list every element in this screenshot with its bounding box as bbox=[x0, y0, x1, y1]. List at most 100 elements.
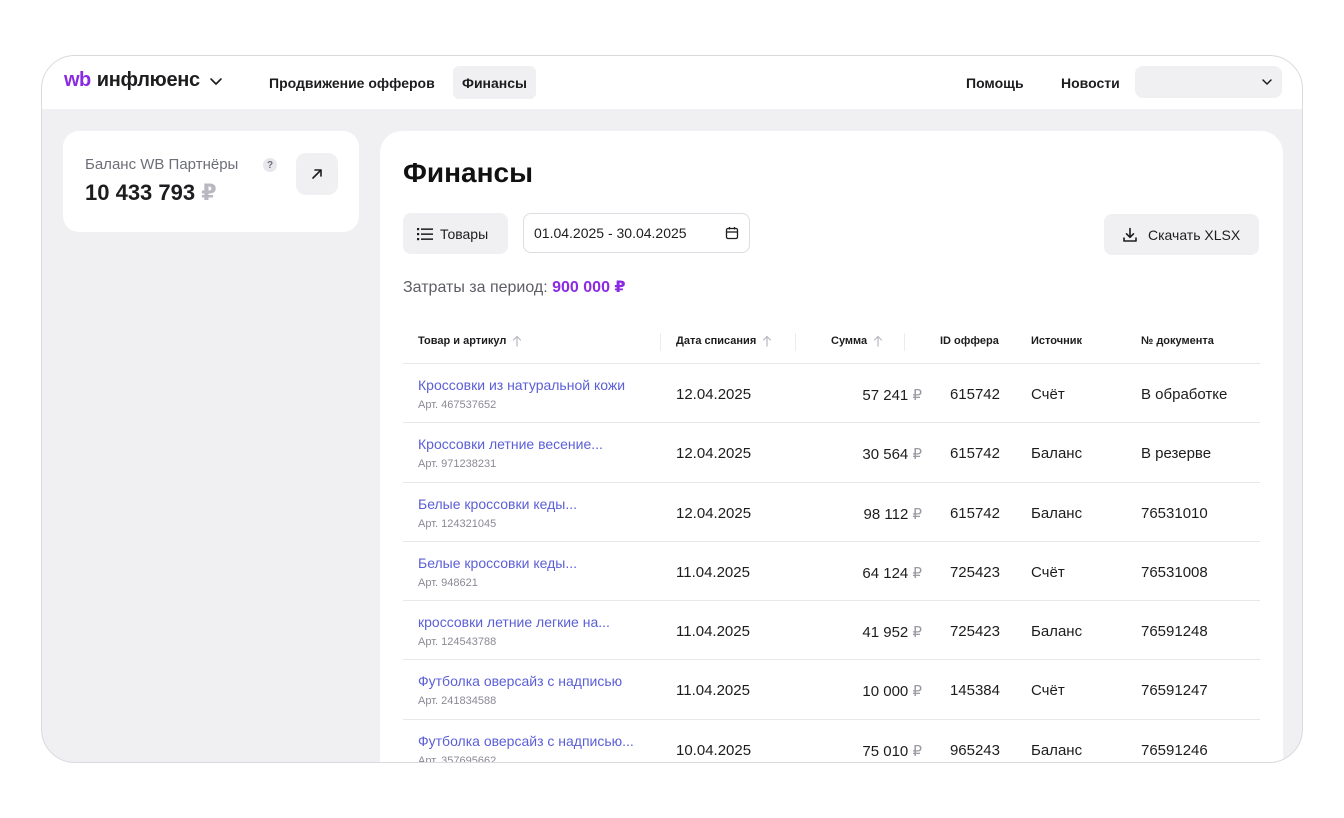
download-icon bbox=[1123, 227, 1137, 242]
currency-ruble: ₽ bbox=[912, 742, 922, 760]
payment-source: Баланс bbox=[1031, 445, 1083, 463]
payment-source: Баланс bbox=[1031, 623, 1083, 641]
product-name-link[interactable]: Белые кроссовки кеды... bbox=[418, 555, 577, 571]
open-balance-button[interactable] bbox=[296, 153, 338, 195]
payment-source: Счёт bbox=[1031, 682, 1065, 700]
document-number: 76531008 bbox=[1141, 563, 1208, 581]
column-divider bbox=[660, 333, 661, 351]
sort-arrow-icon bbox=[763, 335, 772, 347]
column-header-offer-id[interactable]: ID оффера bbox=[940, 335, 999, 347]
currency-ruble: ₽ bbox=[201, 180, 217, 205]
top-navigation-bar: wb инфлюенс Продвижение офферов Финансы … bbox=[42, 56, 1302, 109]
table-row[interactable]: Белые кроссовки кеды... Арт. 948621 11.04.… bbox=[403, 542, 1260, 602]
table-row[interactable]: Кроссовки летние весение... Арт. 97123823… bbox=[403, 423, 1260, 483]
logo-text: инфлюенс bbox=[96, 69, 200, 91]
document-number: В обработке bbox=[1141, 386, 1228, 403]
offer-id: 615742 bbox=[949, 445, 1000, 463]
period-expenses: Затраты за период: 900 000 ₽ bbox=[403, 277, 626, 297]
charge-date: 12.04.2025 bbox=[676, 504, 752, 522]
download-button-label: Скачать XLSX bbox=[1148, 226, 1241, 243]
document-number: В резерве bbox=[1141, 445, 1212, 463]
calendar-icon bbox=[725, 227, 739, 240]
logo-wb: wb bbox=[64, 69, 91, 91]
finance-table: Товар и артикул Дата списания Сумма ID о… bbox=[403, 321, 1260, 763]
amount: 10 000 ₽ bbox=[862, 682, 922, 700]
amount-value: 57 241 bbox=[862, 387, 909, 404]
header-label: Товар и артикул bbox=[418, 335, 507, 347]
offer-id: 145384 bbox=[949, 682, 1000, 700]
date-range-input[interactable]: 01.04.2025 - 30.04.2025 bbox=[523, 213, 750, 253]
table-header: Товар и артикул Дата списания Сумма ID о… bbox=[403, 321, 1260, 364]
amount: 98 112 ₽ bbox=[864, 505, 922, 523]
help-link[interactable]: Помощь bbox=[966, 66, 1024, 99]
product-article: Арт. 124543788 bbox=[418, 636, 497, 649]
offer-id: 725423 bbox=[949, 623, 1000, 641]
column-header-sum[interactable]: Сумма bbox=[831, 335, 883, 347]
chevron-down-icon bbox=[210, 77, 222, 85]
balance-amount: 10 433 793 bbox=[85, 180, 196, 205]
header-label: Дата списания bbox=[676, 335, 757, 347]
logo-menu[interactable]: wb инфлюенс bbox=[64, 69, 223, 92]
period-value: 900 000 ₽ bbox=[552, 279, 626, 296]
document-number: 76591246 bbox=[1141, 741, 1208, 759]
period-label: Затраты за период: bbox=[403, 279, 548, 296]
column-divider bbox=[795, 333, 796, 351]
chevron-down-icon bbox=[1262, 79, 1272, 85]
amount: 75 010 ₽ bbox=[862, 742, 922, 760]
payment-source: Баланс bbox=[1031, 504, 1083, 522]
product-name-link[interactable]: Футболка оверсайз с надписью bbox=[418, 673, 622, 689]
help-icon[interactable]: ? bbox=[263, 158, 277, 172]
charge-date: 11.04.2025 bbox=[676, 682, 750, 700]
product-name-link[interactable]: Футболка оверсайз с надписью... bbox=[418, 733, 634, 749]
charge-date: 10.04.2025 bbox=[676, 741, 752, 759]
offer-id: 725423 bbox=[949, 563, 1000, 581]
amount-value: 30 564 bbox=[862, 446, 909, 464]
nav-finance[interactable]: Финансы bbox=[453, 66, 536, 99]
charge-date: 12.04.2025 bbox=[676, 386, 752, 403]
payment-source: Счёт bbox=[1031, 563, 1065, 581]
news-link[interactable]: Новости bbox=[1061, 66, 1120, 99]
offer-id: 615742 bbox=[949, 386, 1000, 403]
nav-offers-promotion[interactable]: Продвижение офферов bbox=[260, 66, 444, 99]
download-xlsx-button[interactable]: Скачать XLSX bbox=[1104, 214, 1259, 255]
sort-arrow-icon bbox=[513, 335, 522, 347]
table-row[interactable]: Кроссовки из натуральной кожи Арт. 467537… bbox=[403, 364, 1260, 424]
product-article: Арт. 971238231 bbox=[418, 458, 497, 471]
goods-filter-button[interactable]: Товары bbox=[403, 213, 508, 254]
product-article: Арт. 124321045 bbox=[418, 517, 497, 530]
column-divider bbox=[904, 333, 905, 351]
account-select[interactable] bbox=[1135, 66, 1282, 98]
list-icon bbox=[417, 227, 433, 240]
amount-value: 10 000 bbox=[862, 683, 909, 701]
column-header-document[interactable]: № документа bbox=[1141, 335, 1214, 347]
goods-button-label: Товары bbox=[440, 225, 489, 242]
product-name-link[interactable]: Белые кроссовки кеды... bbox=[418, 496, 577, 512]
currency-ruble: ₽ bbox=[912, 683, 922, 701]
sort-arrow-icon bbox=[874, 335, 883, 347]
app-window: wb инфлюенс Продвижение офферов Финансы … bbox=[41, 55, 1303, 763]
offer-id: 615742 bbox=[949, 504, 1000, 522]
column-header-product[interactable]: Товар и артикул bbox=[418, 335, 522, 347]
product-article: Арт. 357695662 bbox=[418, 754, 497, 763]
amount-value: 41 952 bbox=[862, 624, 909, 642]
currency-ruble: ₽ bbox=[912, 505, 922, 523]
currency-ruble: ₽ bbox=[912, 564, 922, 582]
product-name-link[interactable]: Кроссовки из натуральной кожи bbox=[418, 377, 625, 393]
table-row[interactable]: Белые кроссовки кеды... Арт. 124321045 12.… bbox=[403, 483, 1260, 542]
table-body: Кроссовки из натуральной кожи Арт. 467537… bbox=[403, 364, 1260, 763]
product-name-link[interactable]: Кроссовки летние весение... bbox=[418, 436, 603, 452]
table-row[interactable]: кроссовки летние легкие на... Арт. 124543… bbox=[403, 601, 1260, 661]
date-range-value: 01.04.2025 - 30.04.2025 bbox=[534, 225, 687, 241]
column-header-source[interactable]: Источник bbox=[1031, 335, 1082, 347]
payment-source: Баланс bbox=[1031, 741, 1083, 759]
page-title: Финансы bbox=[403, 157, 533, 188]
table-row[interactable]: Футболка оверсайз с надписью... Арт. 3576… bbox=[403, 720, 1260, 763]
charge-date: 11.04.2025 bbox=[676, 563, 750, 581]
product-name-link[interactable]: кроссовки летние легкие на... bbox=[418, 614, 610, 630]
table-row[interactable]: Футболка оверсайз с надписью Арт. 2418345… bbox=[403, 660, 1260, 720]
currency-ruble: ₽ bbox=[912, 387, 922, 404]
document-number: 76591247 bbox=[1141, 682, 1208, 700]
finance-panel: Финансы Товары 01.04.2025 - 30.04.2025 С… bbox=[380, 131, 1283, 763]
column-header-date[interactable]: Дата списания bbox=[676, 335, 772, 347]
balance-label: Баланс WB Партнёры bbox=[85, 156, 239, 173]
